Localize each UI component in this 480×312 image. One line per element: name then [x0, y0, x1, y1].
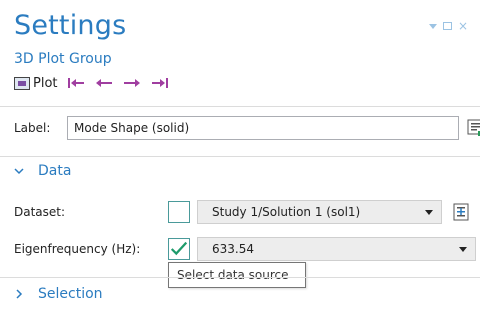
dataset-settings-icon[interactable] — [452, 202, 472, 222]
last-icon[interactable] — [150, 75, 170, 91]
label-input[interactable] — [67, 116, 459, 140]
plot-toolbar: Plot — [14, 75, 170, 91]
dataset-select-value: Study 1/Solution 1 (sol1) — [212, 205, 361, 219]
caret-down-icon — [459, 247, 467, 252]
label-row: Label: — [14, 116, 480, 140]
label-caption: Label: — [14, 121, 51, 135]
checkmark-icon — [170, 241, 188, 256]
previous-icon[interactable] — [94, 75, 114, 91]
dataset-checkbox[interactable] — [168, 201, 190, 223]
chevron-right-icon — [16, 289, 23, 299]
settings-subtitle: 3D Plot Group — [14, 51, 112, 67]
caret-down-icon — [425, 210, 433, 215]
divider — [0, 156, 480, 157]
plot-button[interactable]: Plot — [14, 76, 58, 91]
divider — [0, 106, 480, 107]
eigenfrequency-checkbox[interactable] — [168, 238, 190, 260]
section-data-label: Data — [38, 163, 72, 179]
eigenfrequency-select[interactable]: 633.54 — [197, 237, 476, 261]
section-data-header[interactable]: Data — [14, 163, 71, 179]
dataset-select[interactable]: Study 1/Solution 1 (sol1) — [197, 200, 442, 224]
section-selection-label: Selection — [38, 286, 103, 302]
section-selection-header[interactable]: Selection — [14, 286, 103, 302]
maximize-icon[interactable] — [442, 22, 452, 30]
tooltip: Select data source — [168, 262, 306, 288]
tooltip-text: Select data source — [177, 268, 289, 282]
eigenfrequency-label: Eigenfrequency (Hz): — [14, 242, 141, 256]
first-icon[interactable] — [66, 75, 86, 91]
window-controls: × — [428, 20, 468, 32]
plot-icon — [14, 76, 30, 90]
note-icon[interactable] — [466, 118, 480, 138]
divider — [0, 277, 480, 278]
eigenfrequency-select-value: 633.54 — [212, 242, 254, 256]
chevron-down-icon — [14, 168, 24, 175]
next-icon[interactable] — [122, 75, 142, 91]
plot-button-label: Plot — [33, 75, 58, 91]
close-icon[interactable]: × — [458, 20, 468, 32]
dropdown-menu-icon[interactable] — [428, 23, 437, 29]
settings-title: Settings — [14, 10, 127, 41]
dataset-label: Dataset: — [14, 205, 66, 219]
